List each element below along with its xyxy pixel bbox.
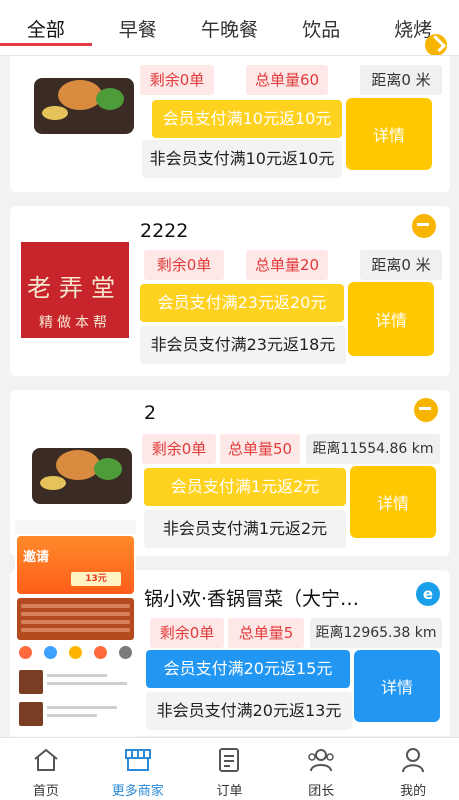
nav-home[interactable]: 首页 [0, 738, 92, 800]
tab-underline [0, 43, 92, 46]
promo-title: 邀请 [23, 550, 50, 565]
tabs-more-icon[interactable] [425, 34, 447, 56]
food-bowl [56, 450, 100, 480]
distance: 距离0 米 [360, 65, 442, 95]
e-icon[interactable]: e [416, 582, 440, 606]
category-tabs: 全部 早餐 午晚餐 饮品 烧烤 [0, 0, 459, 56]
member-offer: 会员支付满23元返20元 [140, 284, 344, 322]
order-icon [219, 748, 240, 772]
nonmember-offer: 非会员支付满10元返10元 [142, 140, 342, 178]
tab-lunch-dinner[interactable]: 午晚餐 [184, 0, 276, 56]
shop-thumbnail [30, 438, 134, 508]
food-bowl [40, 476, 66, 490]
nav-team-leader[interactable]: 团长 [275, 738, 367, 800]
detail-button[interactable]: 详情 [354, 650, 440, 722]
total-orders: 总单量60 [246, 65, 328, 95]
tab-divider [0, 55, 459, 56]
shop-card[interactable]: 老弄堂 精做本帮 2222 剩余0单 总单量20 距离0 米 会员支付满23元返… [10, 206, 450, 376]
food-bowl [96, 88, 124, 110]
tab-label: 午晚餐 [200, 19, 258, 41]
nav-label: 订单 [216, 784, 243, 799]
detail-button[interactable]: 详情 [346, 98, 432, 170]
food-bowl [94, 458, 122, 480]
nonmember-offer: 非会员支付满20元返13元 [146, 692, 352, 730]
nav-label: 我的 [400, 784, 427, 799]
tab-label: 饮品 [302, 19, 341, 41]
tab-drinks[interactable]: 饮品 [275, 0, 367, 56]
remaining-orders: 剩余0单 [150, 618, 224, 648]
remaining-orders: 剩余0单 [142, 434, 216, 464]
member-offer: 会员支付满20元返15元 [146, 650, 350, 688]
food-bowl [42, 106, 68, 120]
promo-list [17, 598, 134, 640]
promo-row [19, 702, 132, 728]
detail-button[interactable]: 详情 [348, 282, 434, 356]
arrow-icon[interactable] [412, 214, 436, 238]
promo-thumbnail: 邀请 13元 [15, 520, 136, 740]
arrow-icon[interactable] [414, 398, 438, 422]
shop-logo: 老弄堂 精做本帮 [21, 242, 129, 338]
logo-subtext: 精做本帮 [39, 315, 111, 331]
shop-name: 2 [144, 402, 157, 424]
tab-label: 全部 [26, 19, 65, 41]
total-orders: 总单量50 [220, 434, 300, 464]
team-icon [308, 749, 335, 772]
nav-label: 更多商家 [111, 784, 164, 799]
nav-label: 首页 [32, 784, 59, 799]
tab-label: 早餐 [118, 19, 157, 41]
food-bowl [58, 80, 102, 110]
logo-text: 老弄堂 [27, 274, 123, 302]
distance: 距离12965.38 km [310, 618, 442, 648]
total-orders: 总单量20 [246, 250, 328, 280]
shop-name: 锅小欢·香锅冒菜（大宁… [144, 588, 360, 610]
nav-label: 团长 [308, 784, 335, 799]
member-offer: 会员支付满10元返10元 [152, 100, 342, 138]
shop-name: 2222 [140, 220, 189, 242]
promo-row [19, 670, 132, 696]
remaining-orders: 剩余0单 [140, 65, 214, 95]
nonmember-offer: 非会员支付满1元返2元 [144, 510, 346, 548]
promo-header [15, 520, 136, 534]
remaining-orders: 剩余0单 [144, 250, 224, 280]
total-orders: 总单量5 [228, 618, 304, 648]
profile-icon [402, 748, 425, 773]
promo-banner: 邀请 13元 [17, 536, 134, 594]
tab-all[interactable]: 全部 [0, 0, 92, 56]
member-offer: 会员支付满1元返2元 [144, 468, 346, 506]
shop-thumbnail [30, 66, 138, 142]
nav-more-shops[interactable]: 更多商家 [92, 738, 184, 800]
nonmember-offer: 非会员支付满23元返18元 [140, 326, 346, 364]
tab-breakfast[interactable]: 早餐 [92, 0, 184, 56]
nav-profile[interactable]: 我的 [367, 738, 459, 800]
detail-button[interactable]: 详情 [350, 466, 436, 538]
store-icon [124, 749, 151, 771]
nav-orders[interactable]: 订单 [184, 738, 276, 800]
promo-icons [19, 646, 132, 664]
distance: 距离0 米 [360, 250, 442, 280]
promo-price: 13元 [71, 572, 121, 586]
shop-card[interactable]: 剩余0单 总单量60 距离0 米 会员支付满10元返10元 非会员支付满10元返… [10, 40, 450, 192]
bottom-nav: 首页 更多商家 订单 团长 我的 [0, 737, 459, 800]
distance: 距离11554.86 km [306, 434, 440, 464]
home-icon [34, 748, 58, 771]
